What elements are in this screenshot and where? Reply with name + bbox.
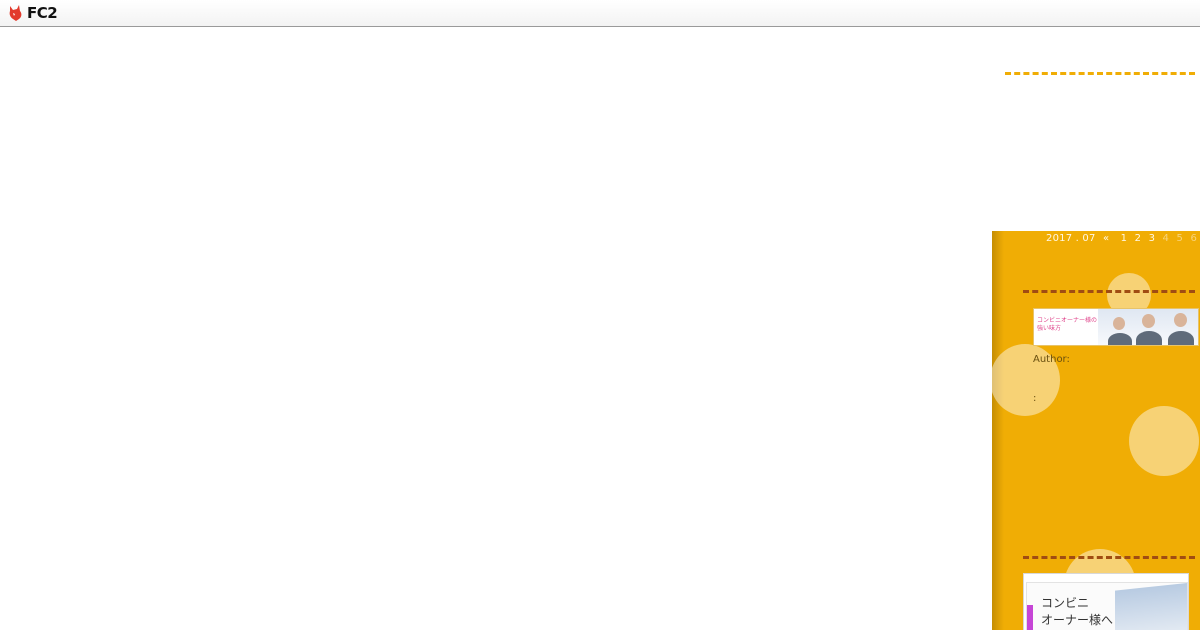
dashed-divider [1023, 556, 1195, 559]
promo-line-1: コンビニ [1041, 596, 1090, 610]
calendar-day[interactable]: 5 [1176, 233, 1183, 244]
fc2-logo-text: FC2 [27, 4, 58, 22]
calendar-nav: 2017 . 07 « 1 2 3 4 5 6 [1042, 233, 1197, 244]
fc2-logo[interactable]: FC2 [7, 4, 58, 22]
decor-circle [1129, 406, 1199, 476]
calendar-month: 2017 . 07 [1046, 233, 1096, 244]
fc2-header-bar: FC2 [0, 0, 1200, 27]
promo-banner[interactable]: コンビニ オーナー様へ [1023, 573, 1189, 630]
profile-field-text: : [1033, 393, 1037, 404]
calendar-day[interactable]: 6 [1190, 233, 1197, 244]
author-label: Author: [1033, 354, 1070, 365]
dashed-divider [1023, 290, 1195, 293]
calendar-day[interactable]: 3 [1149, 233, 1156, 244]
dashed-divider [1005, 72, 1195, 75]
calendar-day[interactable]: 1 [1121, 233, 1128, 244]
promo-line-2: オーナー様へ [1041, 613, 1114, 627]
promo-banner-photo [1115, 583, 1187, 630]
promo-accent-bar [1027, 605, 1033, 630]
sidebar: 2017 . 07 « 1 2 3 4 5 6 コンビニオーナー様の 強い味方 … [992, 231, 1200, 630]
calendar-day[interactable]: 2 [1135, 233, 1142, 244]
banner-caption: コンビニオーナー様の 強い味方 [1037, 317, 1098, 332]
promo-banner-text: コンビニ オーナー様へ [1041, 595, 1113, 629]
promo-banner-inner: コンビニ オーナー様へ [1026, 582, 1188, 630]
banner-photo [1098, 309, 1198, 345]
profile-banner-image: コンビニオーナー様の 強い味方 [1033, 308, 1199, 346]
fc2-fox-icon [9, 5, 22, 21]
calendar-prev-link[interactable]: « [1103, 233, 1109, 244]
calendar-day[interactable]: 4 [1163, 233, 1170, 244]
sidebar-shadow [992, 231, 1004, 630]
